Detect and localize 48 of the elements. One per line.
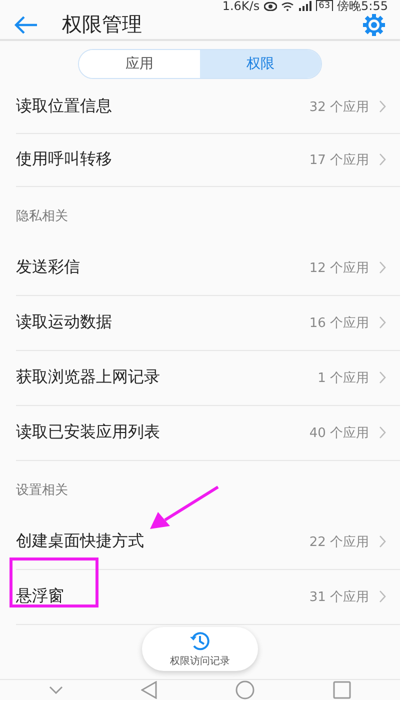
- permission-label: 使用呼叫转移: [16, 149, 113, 170]
- network-speed: 1.6K/s: [222, 0, 260, 12]
- permission-row[interactable]: 读取位置信息 32 个应用: [16, 80, 400, 134]
- back-icon[interactable]: [141, 680, 157, 699]
- recent-apps-icon[interactable]: [333, 680, 351, 699]
- collapse-icon[interactable]: [49, 686, 63, 694]
- permission-row[interactable]: 读取运动数据 16 个应用: [16, 296, 400, 351]
- permission-row[interactable]: 读取已安装应用列表 40 个应用: [16, 406, 400, 461]
- app-count: 32 个应用: [309, 98, 369, 116]
- page-title: 权限管理: [62, 11, 143, 38]
- app-count: 16 个应用: [309, 314, 369, 332]
- home-icon[interactable]: [235, 680, 255, 700]
- app-count: 17 个应用: [309, 152, 369, 169]
- app-count: 40 个应用: [309, 424, 369, 442]
- permission-label: 读取已安装应用列表: [16, 422, 161, 444]
- app-count: 12 个应用: [309, 260, 369, 277]
- chevron-right-icon: [379, 535, 386, 548]
- signal-icon: [298, 1, 312, 12]
- battery-level: 63: [316, 0, 334, 12]
- permission-label: 读取位置信息: [16, 96, 113, 118]
- eye-icon: [264, 2, 277, 11]
- permission-row[interactable]: 发送彩信 12 个应用: [16, 240, 400, 296]
- section-header: 隐私相关: [15, 208, 69, 226]
- access-history-button[interactable]: 权限访问记录: [142, 626, 258, 671]
- permission-label: 创建桌面快捷方式: [16, 531, 145, 552]
- permission-row[interactable]: 使用呼叫转移 17 个应用: [16, 134, 400, 187]
- permission-row[interactable]: 悬浮窗 31 个应用: [16, 570, 400, 625]
- section-header: 设置相关: [15, 482, 69, 500]
- chevron-right-icon: [379, 316, 386, 330]
- back-icon[interactable]: [14, 14, 38, 35]
- app-count: 31 个应用: [309, 588, 369, 606]
- chevron-right-icon: [379, 153, 386, 166]
- permission-row[interactable]: 获取浏览器上网记录 1 个应用: [16, 350, 400, 406]
- history-icon: [189, 630, 211, 652]
- chevron-right-icon: [379, 590, 386, 604]
- chevron-right-icon: [379, 261, 386, 274]
- annotation-arrow: [150, 486, 219, 529]
- permission-label: 发送彩信: [16, 257, 81, 278]
- wifi-icon: [280, 2, 294, 11]
- chevron-right-icon: [379, 371, 386, 384]
- app-count: 22 个应用: [309, 534, 369, 551]
- settings-icon[interactable]: [362, 12, 386, 37]
- chevron-right-icon: [379, 100, 386, 114]
- permission-label: 获取浏览器上网记录: [16, 367, 161, 388]
- permission-label: 悬浮窗: [16, 586, 65, 608]
- chevron-right-icon: [379, 426, 386, 440]
- permission-label: 读取运动数据: [16, 312, 113, 334]
- app-count: 1 个应用: [318, 370, 369, 387]
